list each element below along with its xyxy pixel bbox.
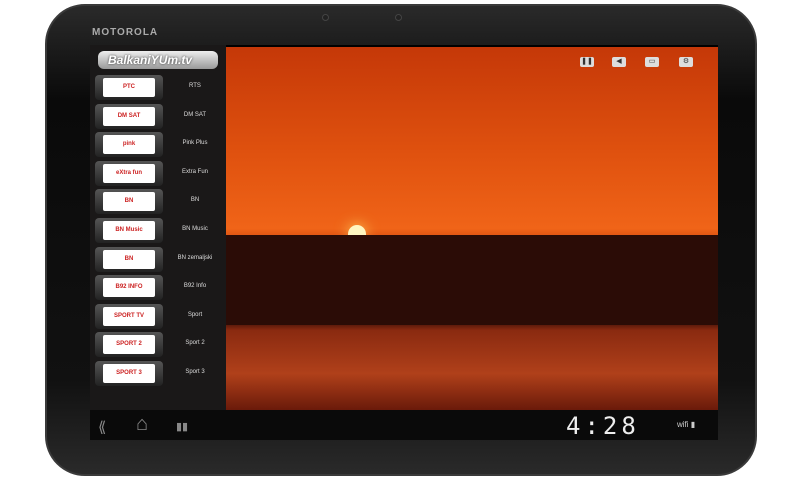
channel-logo-text: SPORT TV <box>103 306 155 326</box>
channel-label: DM SAT <box>183 111 207 118</box>
channel-logo-text: DM SAT <box>103 106 155 126</box>
channel-logo-text: SPORT 2 <box>103 335 155 355</box>
settings-icon[interactable]: ⚙ <box>679 57 693 67</box>
channel-label: BN Music <box>182 226 208 232</box>
channel-label: Sport <box>187 311 203 318</box>
channel-logo[interactable]: BN <box>95 189 163 215</box>
city-skyline <box>226 235 718 325</box>
channel-label: B92 Info <box>183 283 207 290</box>
volume-icon[interactable]: ◀ <box>612 57 626 67</box>
channel-label: Pink Plus <box>182 140 208 147</box>
clock: 4:28 <box>566 412 640 440</box>
channel-label: BN <box>190 197 200 204</box>
screen-icon[interactable]: ▭ <box>645 57 659 67</box>
screen: BalkaniYUm.tv РТС RTS DM SAT DM SAT pink Pink… <box>90 45 718 440</box>
channel-item[interactable]: BN BN <box>95 189 225 215</box>
channel-logo[interactable]: SPORT 2 <box>95 332 163 358</box>
channel-logo[interactable]: eXtra fun <box>95 160 163 186</box>
channel-logo[interactable]: BN <box>95 246 163 272</box>
channel-item[interactable]: BN BN zemaljski <box>95 246 225 273</box>
channel-logo-text: BN <box>103 192 155 212</box>
channel-item[interactable]: SPORT 3 Sport 3 <box>95 361 225 387</box>
recent-apps-icon[interactable]: ▮▮ <box>176 420 188 433</box>
home-icon[interactable]: ⌂ <box>136 413 148 436</box>
channel-label: Sport 2 <box>185 340 205 347</box>
channel-item[interactable]: DM SAT DM SAT <box>95 103 225 130</box>
channel-logo-text: pink <box>103 135 155 155</box>
channel-item[interactable]: eXtra fun Extra Fun <box>95 160 225 187</box>
channel-label: RTS <box>189 83 201 89</box>
channel-sidebar: BalkaniYUm.tv РТС RTS DM SAT DM SAT pink Pink… <box>90 45 226 410</box>
channel-logo-text: eXtra fun <box>103 163 155 183</box>
channel-item[interactable]: SPORT 2 Sport 2 <box>95 332 225 358</box>
channel-item[interactable]: BN Music BN Music <box>95 218 225 244</box>
channel-logo-text: B92 INFO <box>103 278 155 298</box>
video-player[interactable]: ❚❚ ◀ ▭ ⚙ <box>226 47 718 410</box>
channel-logo-text: РТС <box>103 78 155 97</box>
channel-logo-text: BN <box>103 249 155 269</box>
channel-item[interactable]: РТС RTS <box>95 75 225 101</box>
channel-logo[interactable]: B92 INFO <box>95 275 163 301</box>
device-brand: MOTOROLA <box>92 27 159 38</box>
channel-logo[interactable]: SPORT TV <box>95 303 163 329</box>
channel-label: Extra Fun <box>181 168 208 175</box>
channel-logo-text: SPORT 3 <box>103 364 155 383</box>
app-logo-button[interactable]: BalkaniYUm.tv <box>98 51 218 69</box>
channel-item[interactable]: pink Pink Plus <box>95 132 225 158</box>
system-nav-bar: ⟪ ⌂ ▮▮ 4:28 wifi ▮ <box>90 410 718 440</box>
pause-icon[interactable]: ❚❚ <box>580 57 594 67</box>
channel-item[interactable]: B92 INFO B92 Info <box>95 275 225 301</box>
channel-logo[interactable]: pink <box>95 132 163 158</box>
channel-logo-text: BN Music <box>103 221 155 240</box>
back-icon[interactable]: ⟪ <box>98 418 106 436</box>
sensor-icon <box>395 14 402 21</box>
channel-logo[interactable]: BN Music <box>95 218 163 243</box>
channel-item[interactable]: SPORT TV Sport <box>95 303 225 330</box>
camera-icon <box>322 14 329 21</box>
channel-label: Sport 3 <box>185 369 205 375</box>
channel-logo[interactable]: РТС <box>95 75 163 100</box>
wifi-signal-icon: wifi ▮ <box>677 420 696 429</box>
channel-label: BN zemaljski <box>177 254 213 261</box>
channel-logo[interactable]: SPORT 3 <box>95 361 163 386</box>
channel-logo[interactable]: DM SAT <box>95 103 163 129</box>
